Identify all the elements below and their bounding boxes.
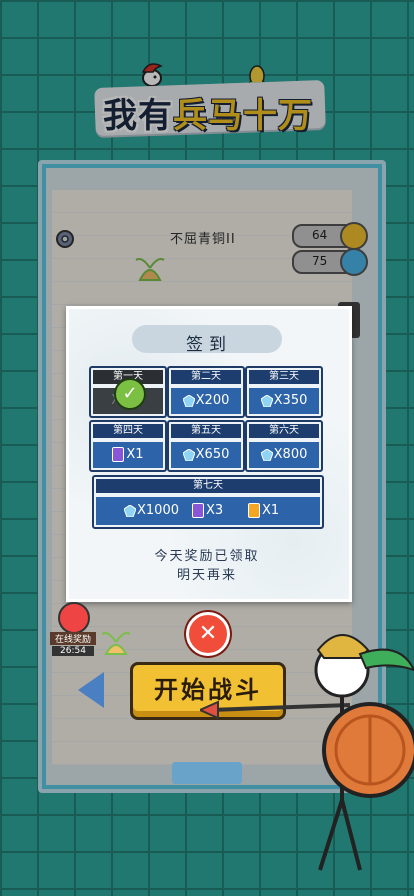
claimed-message: 今天奖励已领取 — [154, 549, 260, 564]
day-reward-box: X350 — [249, 388, 319, 414]
gem-icon — [260, 394, 273, 407]
dialog-title: 签到 — [186, 335, 232, 355]
gem-icon — [182, 394, 195, 407]
day-reward-box: X800 — [249, 442, 319, 468]
gem-icon — [260, 448, 273, 461]
gem-icon — [182, 448, 195, 461]
day-label: 第五天 — [171, 424, 241, 438]
come-back-message: 明天再来 — [176, 568, 237, 583]
day-label: 第三天 — [249, 370, 319, 384]
warrior-character — [200, 634, 414, 871]
day-reward: X1 — [126, 447, 144, 462]
day-card-3[interactable]: 第三天 X350 — [245, 366, 323, 418]
day-card-4[interactable]: 第四天 X1 — [89, 420, 167, 472]
day7-rewards: X1000 X3 X1 — [96, 497, 320, 525]
day-card-7[interactable]: 第七天 X1000 X3 X1 — [92, 475, 324, 529]
day-reward: X800 — [273, 447, 308, 462]
orange-card-icon — [248, 503, 260, 518]
day-card-6[interactable]: 第六天 X800 — [245, 420, 323, 472]
alarm-clock-icon — [58, 602, 90, 634]
purple-card-icon — [112, 447, 125, 462]
day-reward: X200 — [195, 393, 230, 408]
day-label: 第六天 — [249, 424, 319, 438]
online-reward-timer[interactable]: 在线奖励 26:54 — [50, 598, 96, 658]
timer-label: 在线奖励 — [50, 632, 96, 645]
day-reward-box: X200 — [171, 388, 241, 414]
day-card-1[interactable]: 第一天 X100 ✓ — [89, 366, 167, 418]
day-reward-box: X1 — [93, 442, 163, 468]
day-card-5[interactable]: 第五天 X650 — [167, 420, 245, 472]
timer-time: 26:54 — [52, 646, 94, 656]
gem-icon — [124, 504, 136, 517]
day-reward: X650 — [195, 447, 230, 462]
day-card-2[interactable]: 第二天 X200 — [167, 366, 245, 418]
checkmark-icon: ✓ — [114, 378, 146, 410]
day-label: 第七天 — [96, 479, 320, 493]
day-label: 第二天 — [171, 370, 241, 384]
day-reward-box: X650 — [171, 442, 241, 468]
left-arrow-icon[interactable] — [78, 672, 104, 708]
plant-icon — [101, 632, 131, 655]
purple-card-icon — [192, 503, 204, 518]
day7-reward-orange: X1 — [248, 497, 279, 525]
day-reward: X350 — [273, 393, 308, 408]
day7-reward-purple: X3 — [192, 497, 223, 525]
day7-reward-gems: X1000 — [124, 497, 179, 525]
day-label: 第四天 — [93, 424, 163, 438]
